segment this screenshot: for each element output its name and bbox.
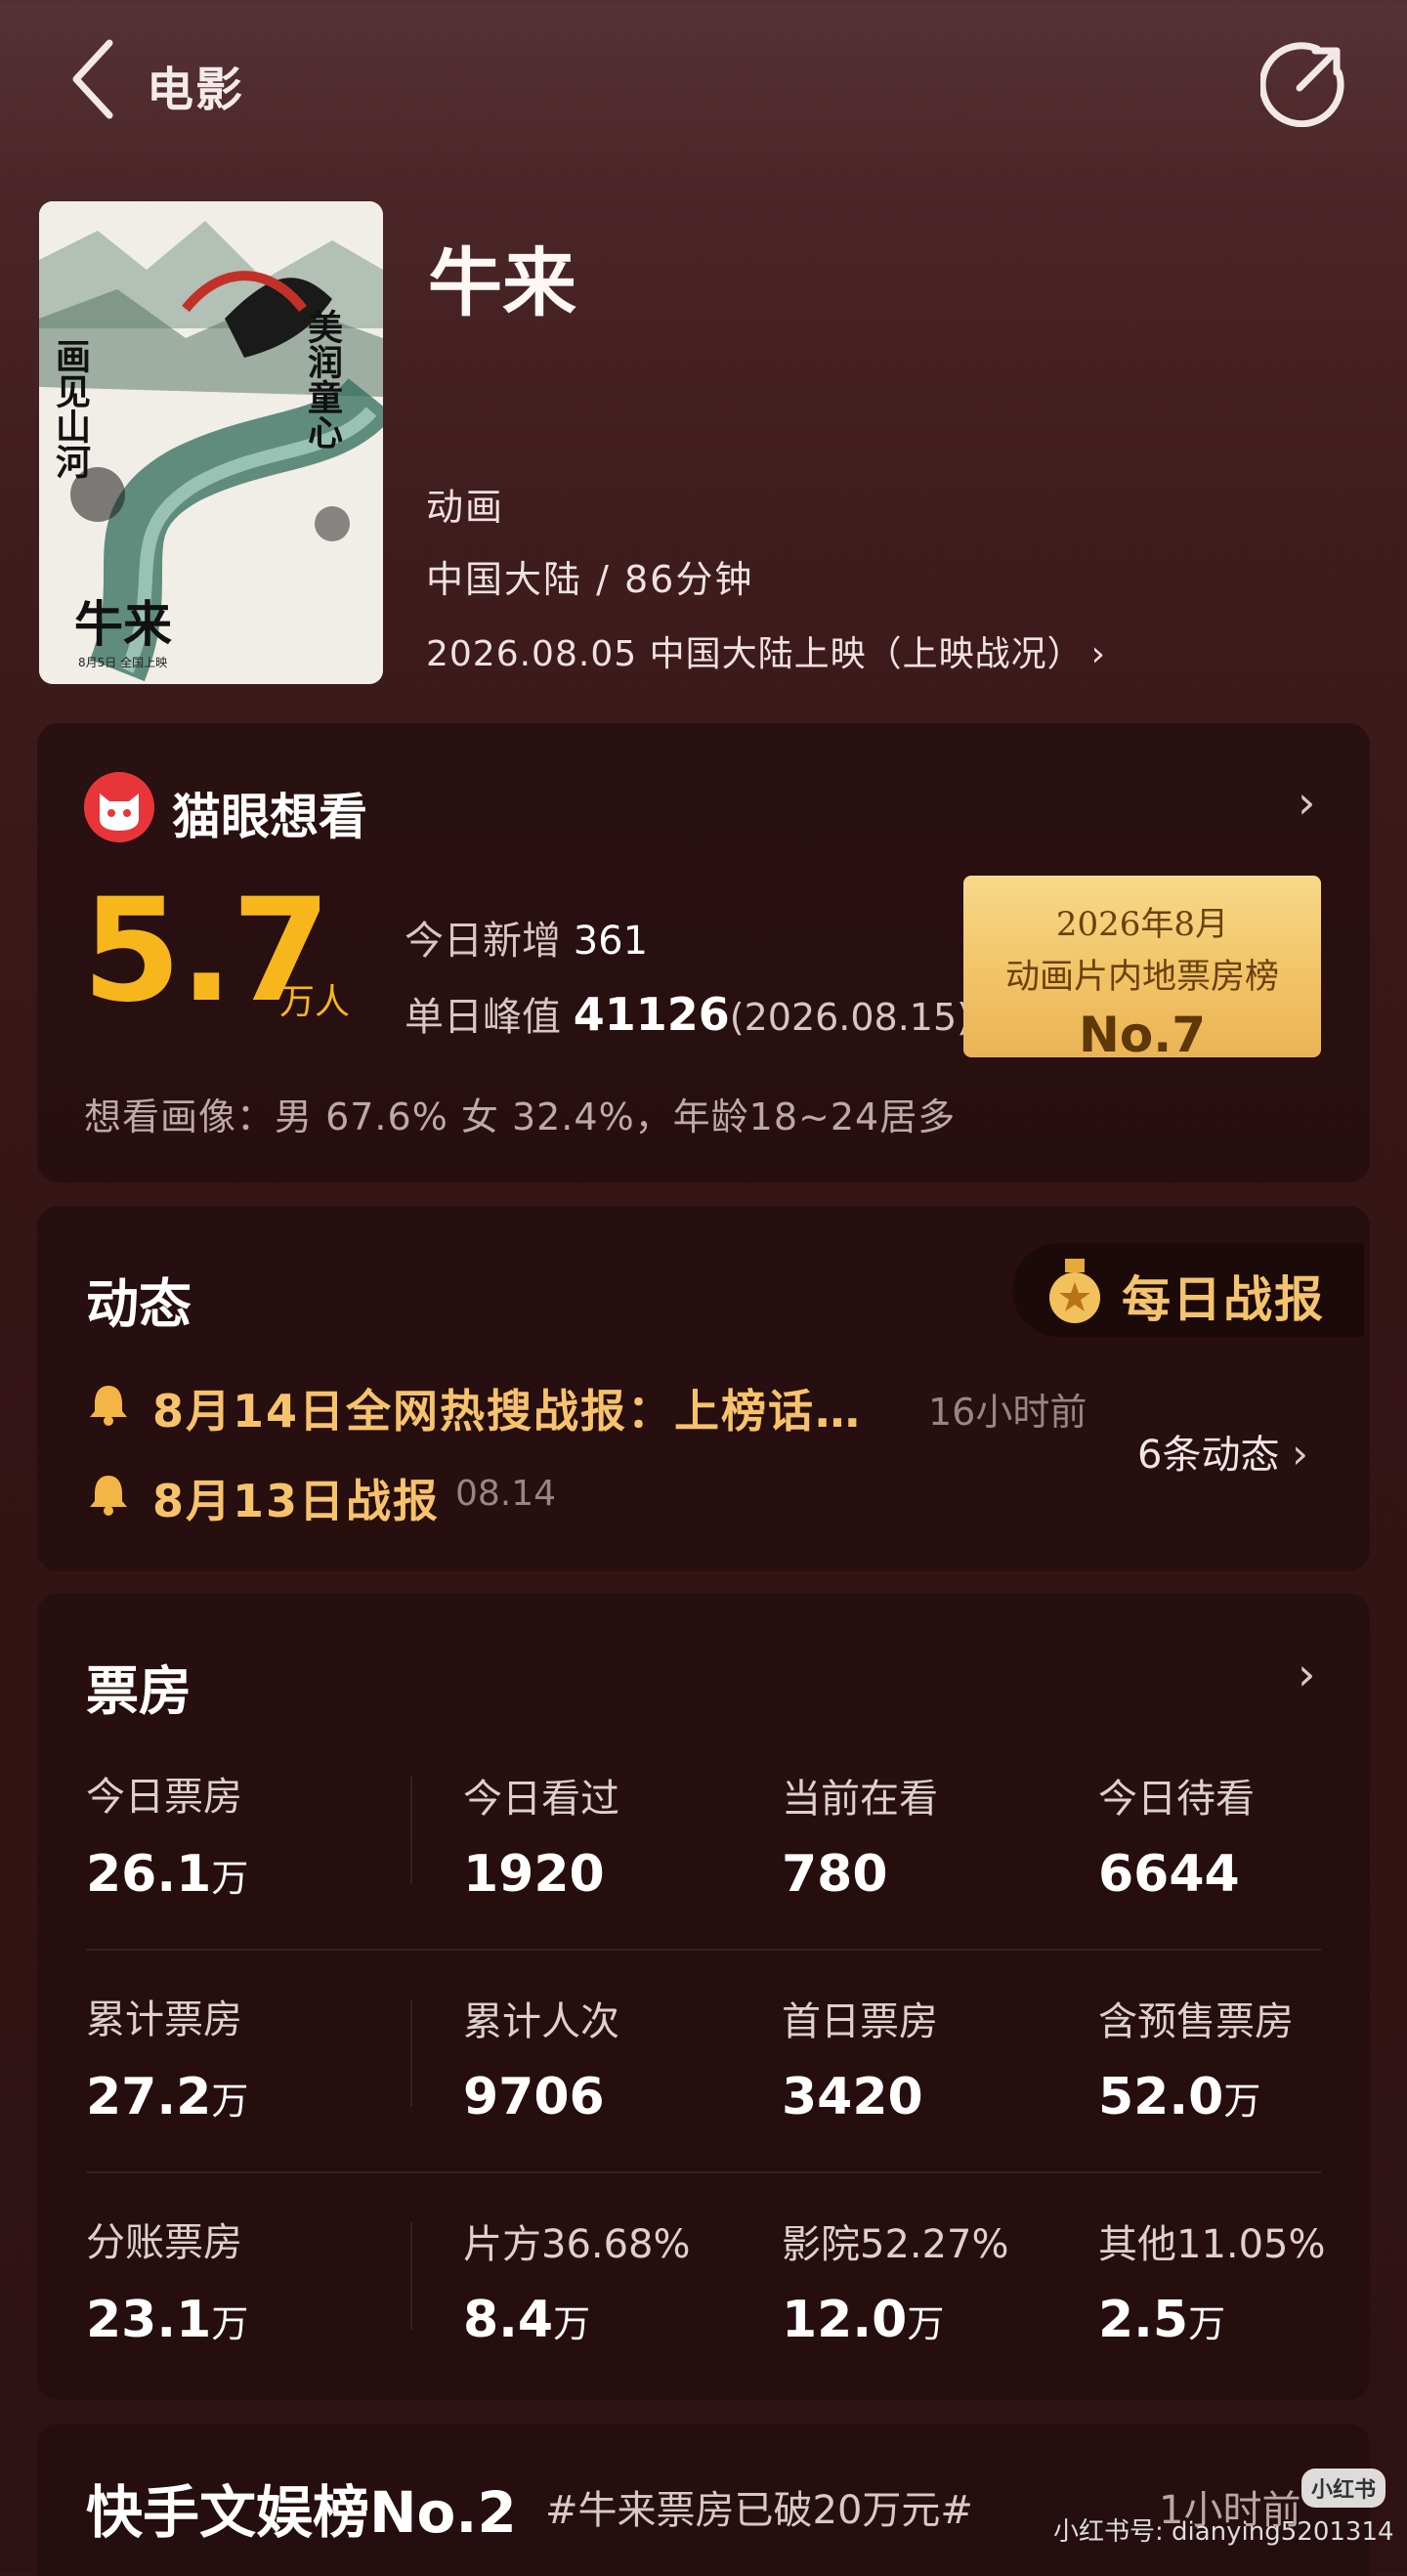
movie-poster[interactable]: 画见山河 美润童心 牛来 8月5日 全国上映 xyxy=(39,201,383,684)
rank-category: 动画片内地票房榜 xyxy=(1004,958,1279,997)
row-divider xyxy=(86,1949,1321,1951)
bo-label: 分账票房 xyxy=(86,2220,242,2265)
column-separator xyxy=(410,1777,412,1884)
rank-month: 2026年8月 xyxy=(1055,905,1229,944)
poster-name: 牛来 xyxy=(74,595,172,653)
chevron-left-icon[interactable] xyxy=(64,35,123,123)
bo-label: 累计票房 xyxy=(86,1997,242,2042)
bo-value: 3420 xyxy=(782,2068,923,2126)
xiaohongshu-logo: 小红书 xyxy=(1301,2469,1386,2508)
bo-value: 23.1万 xyxy=(86,2291,249,2349)
bo-label: 当前在看 xyxy=(782,1777,938,1822)
row-divider xyxy=(86,2171,1321,2173)
bo-value: 2.5万 xyxy=(1098,2291,1226,2349)
dynamics-title: 动态 xyxy=(86,1273,192,1335)
audience-portrait: 想看画像：男 67.6% 女 32.4%，年龄18~24居多 xyxy=(84,1095,957,1138)
kuaishou-hashtag[interactable]: #牛来票房已破20万元# xyxy=(545,2478,973,2535)
want-unit: 万人 xyxy=(279,982,351,1022)
today-add-value: 361 xyxy=(573,919,649,964)
box-office-title: 票房 xyxy=(86,1660,192,1722)
bo-value: 26.1万 xyxy=(86,1845,249,1904)
bo-label: 含预售票房 xyxy=(1098,1999,1294,2044)
maoyan-cat-icon xyxy=(84,772,154,842)
bo-value: 6644 xyxy=(1098,1845,1240,1904)
daily-report-label: 每日战报 xyxy=(1122,1271,1325,1328)
peak-date: (2026.08.15) xyxy=(729,996,971,1039)
chevron-right-icon: › xyxy=(1292,1430,1308,1478)
release-text: 2026.08.05 中国大陆上映（上映战况） xyxy=(426,634,1084,674)
dynamics-count-label: 6条动态 xyxy=(1137,1433,1280,1478)
bell-icon xyxy=(90,1476,127,1516)
bo-label: 今日待看 xyxy=(1098,1777,1255,1822)
header-title: 电影 xyxy=(147,63,245,117)
bo-value: 1920 xyxy=(463,1845,605,1904)
dynamics-count-link[interactable]: 6条动态 › xyxy=(1137,1423,1308,1480)
news-item-2[interactable]: 8月13日战报 xyxy=(152,1466,440,1530)
column-separator xyxy=(410,1999,412,2107)
news-time-1: 16小时前 xyxy=(928,1391,1087,1434)
bo-label: 其他11.05% xyxy=(1098,2222,1326,2267)
bo-label: 累计人次 xyxy=(463,1999,619,2044)
maoyan-chevron-icon[interactable]: › xyxy=(1298,776,1315,829)
bo-value: 780 xyxy=(782,1845,888,1904)
peak-label: 单日峰值 xyxy=(405,995,561,1040)
bo-label: 首日票房 xyxy=(782,1999,938,2044)
poster-left-text: 画见山河 xyxy=(50,338,91,479)
medal-icon xyxy=(1049,1259,1100,1323)
bo-value: 9706 xyxy=(463,2068,605,2126)
movie-genre: 动画 xyxy=(426,486,505,529)
poster-date: 8月5日 全国上映 xyxy=(78,655,167,669)
bo-value: 12.0万 xyxy=(782,2291,945,2349)
bo-value: 8.4万 xyxy=(463,2291,591,2349)
movie-title: 牛来 xyxy=(428,239,576,326)
chevron-right-icon: › xyxy=(1090,634,1106,674)
today-add: 今日新增 361 xyxy=(405,909,648,966)
rank-badge[interactable]: 2026年8月 动画片内地票房榜 No.7 xyxy=(963,876,1321,1063)
box-office-chevron-icon[interactable]: › xyxy=(1298,1648,1315,1700)
news-item-1[interactable]: 8月14日全网热搜战报：上榜话… xyxy=(152,1376,862,1440)
news-time-2: 08.14 xyxy=(455,1474,557,1514)
column-separator xyxy=(410,2222,412,2330)
bo-label: 影院52.27% xyxy=(782,2222,1009,2267)
share-icon[interactable] xyxy=(1260,39,1348,127)
watermark-text: 小红书号: dianying5201314 xyxy=(1053,2517,1394,2547)
today-add-label: 今日新增 xyxy=(405,919,561,964)
bo-value: 27.2万 xyxy=(86,2068,249,2126)
bo-label: 今日看过 xyxy=(463,1777,619,1822)
bo-label: 片方36.68% xyxy=(463,2222,691,2267)
maoyan-title: 猫眼想看 xyxy=(172,789,367,845)
kuaishou-rank-title: 快手文娱榜No.2 xyxy=(86,2479,517,2546)
bell-icon xyxy=(90,1386,127,1426)
movie-release-link[interactable]: 2026.08.05 中国大陆上映（上映战况） › xyxy=(426,625,1106,676)
bo-value: 52.0万 xyxy=(1098,2068,1261,2126)
poster-right-text: 美润童心 xyxy=(302,309,343,450)
daily-peak: 单日峰值 41126(2026.08.15) xyxy=(405,985,971,1042)
peak-value: 41126 xyxy=(573,988,730,1041)
movie-region-duration: 中国大陆 / 86分钟 xyxy=(426,558,754,601)
rank-number: No.7 xyxy=(1079,1007,1206,1063)
bo-label: 今日票房 xyxy=(86,1775,242,1820)
